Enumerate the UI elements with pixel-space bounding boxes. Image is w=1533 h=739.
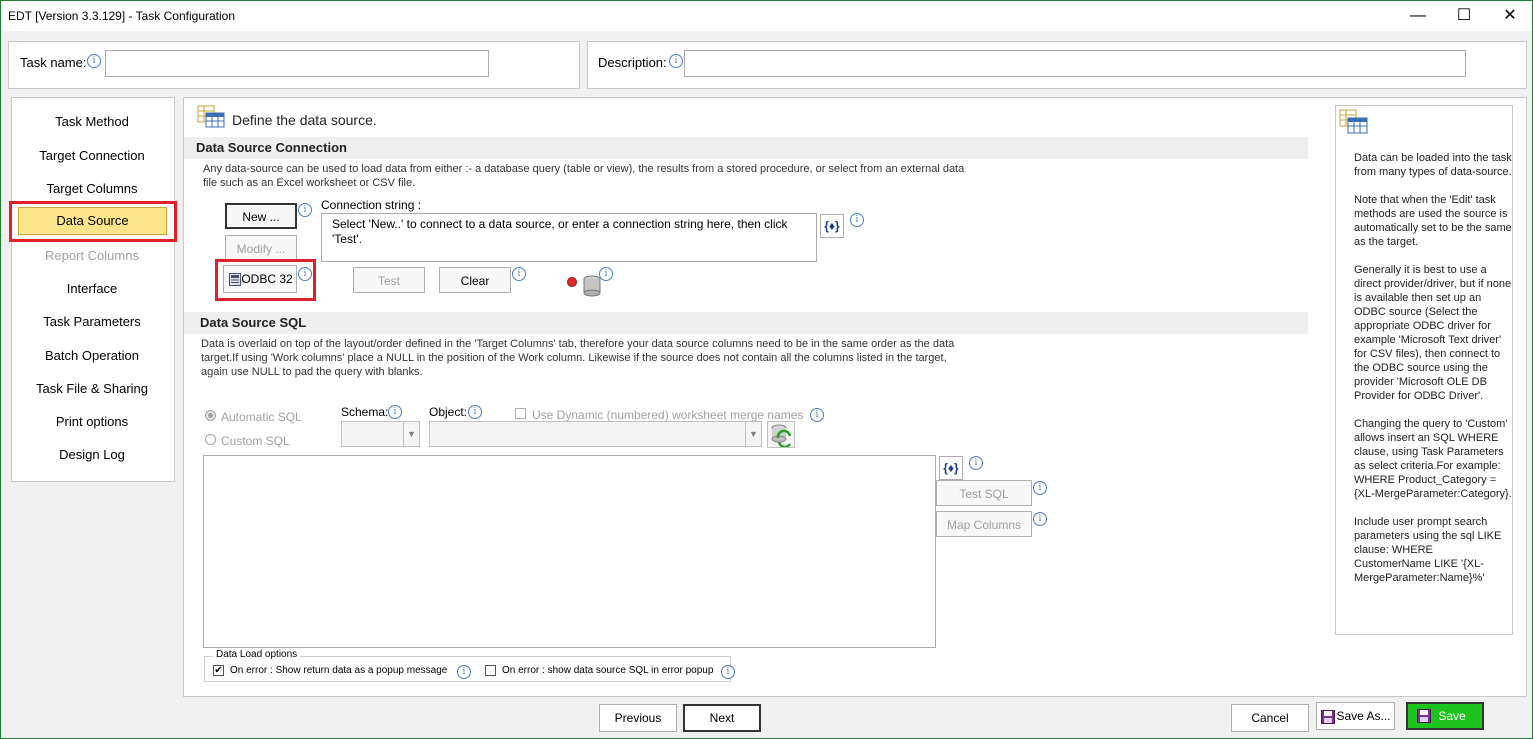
sql-section-header: Data Source SQL <box>184 312 1308 334</box>
title-bar: EDT [Version 3.3.129] - Task Configurati… <box>1 1 1532 31</box>
sql-description-line3: again use NULL to pad the query with bla… <box>201 366 423 378</box>
help-text: Data can be loaded into the task from ma… <box>1354 151 1512 599</box>
schema-info-icon[interactable]: i <box>388 405 402 419</box>
show-sql-label: On error : show data source SQL in error… <box>502 665 714 676</box>
data-load-options-title: Data Load options <box>213 649 301 660</box>
custom-sql-label: Custom SQL <box>221 434 290 448</box>
sidebar-item-print-options[interactable]: Print options <box>12 414 172 429</box>
window-title: EDT [Version 3.3.129] - Task Configurati… <box>8 9 236 23</box>
show-sql-info-icon[interactable]: i <box>721 665 735 679</box>
save-disk-icon <box>1417 709 1431 723</box>
help-table-icon <box>1339 109 1368 134</box>
custom-sql-radio[interactable] <box>205 434 216 445</box>
connection-string-input[interactable]: Select 'New..' to connect to a data sour… <box>321 213 817 262</box>
refresh-database-icon <box>771 424 792 449</box>
save-as-button[interactable]: Save As... <box>1316 702 1395 730</box>
highlight-box-odbc32 <box>215 259 316 301</box>
page-heading: Define the data source. <box>232 112 377 128</box>
previous-button[interactable]: Previous <box>599 704 677 732</box>
popup-return-data-checkbox[interactable]: ✔ <box>213 665 224 676</box>
show-sql-checkbox[interactable] <box>485 665 496 676</box>
description-info-icon[interactable]: i <box>669 54 683 68</box>
connection-description-line2: file such as an Excel worksheet or CSV f… <box>203 177 416 189</box>
popup-return-data-info-icon[interactable]: i <box>457 665 471 679</box>
test-connection-button: Test <box>353 267 425 293</box>
automatic-sql-label: Automatic SQL <box>221 410 302 424</box>
object-dropdown[interactable]: ▼ <box>429 421 762 447</box>
task-name-input[interactable] <box>105 50 489 77</box>
dynamic-names-checkbox[interactable] <box>515 408 526 419</box>
sidebar-item-design-log[interactable]: Design Log <box>12 447 172 462</box>
save-button[interactable]: Save <box>1406 702 1484 730</box>
highlight-box-data-source <box>9 201 177 242</box>
task-name-info-icon[interactable]: i <box>87 54 101 68</box>
refresh-objects-button[interactable] <box>767 421 795 449</box>
modify-connection-button: Modify ... <box>225 235 297 261</box>
sidebar-item-interface[interactable]: Interface <box>12 281 172 296</box>
chevron-down-icon: ▼ <box>745 422 761 446</box>
sidebar-item-target-connection[interactable]: Target Connection <box>12 148 172 163</box>
data-source-table-icon <box>197 105 225 128</box>
help-paragraph: Note that when the 'Edit' task methods a… <box>1354 194 1512 248</box>
description-panel: Description: i <box>587 41 1527 89</box>
schema-dropdown[interactable]: ▼ <box>341 421 420 447</box>
sidebar-item-task-parameters[interactable]: Task Parameters <box>12 314 172 329</box>
connection-string-info-icon[interactable]: i <box>850 213 864 227</box>
dynamic-names-label: Use Dynamic (numbered) worksheet merge n… <box>532 408 804 422</box>
popup-return-data-label: On error : Show return data as a popup m… <box>230 665 448 676</box>
sidebar-item-batch-operation[interactable]: Batch Operation <box>12 348 172 363</box>
schema-label: Schema: <box>341 405 389 419</box>
help-paragraph: Changing the query to 'Custom' allows in… <box>1354 418 1512 500</box>
dynamic-names-info-icon[interactable]: i <box>810 408 824 422</box>
map-columns-info-icon[interactable]: i <box>1033 512 1047 526</box>
clear-button[interactable]: Clear <box>439 267 511 293</box>
object-info-icon[interactable]: i <box>468 405 482 419</box>
minimize-button[interactable]: — <box>1395 1 1441 31</box>
save-as-label: Save As... <box>1336 709 1391 723</box>
close-button[interactable]: ✕ <box>1487 1 1533 31</box>
test-sql-button: Test SQL <box>936 480 1032 506</box>
connection-string-text-line1: Select 'New..' to connect to a data sour… <box>332 217 788 231</box>
connection-string-text-line2: 'Test'. <box>332 232 362 246</box>
maximize-button[interactable]: ☐ <box>1441 1 1487 31</box>
next-button[interactable]: Next <box>683 704 761 732</box>
help-paragraph: Data can be loaded into the task from ma… <box>1354 152 1512 178</box>
cancel-button[interactable]: Cancel <box>1231 704 1309 732</box>
sql-query-editor[interactable] <box>203 455 936 648</box>
new-info-icon[interactable]: i <box>298 203 312 217</box>
chevron-down-icon: ▼ <box>403 422 419 446</box>
clear-info-icon[interactable]: i <box>512 267 526 281</box>
connection-string-label: Connection string : <box>321 198 422 212</box>
new-connection-button[interactable]: New ... <box>225 203 297 229</box>
task-name-label: Task name: <box>20 55 87 70</box>
sql-description-line2: target.If using 'Work columns' place a N… <box>201 352 947 364</box>
help-paragraph: Include user prompt search parameters us… <box>1354 516 1502 584</box>
automatic-sql-radio[interactable] <box>205 410 216 421</box>
description-label: Description: <box>598 55 667 70</box>
connection-parameter-button[interactable]: {♦} <box>820 214 844 238</box>
sidebar-item-report-columns: Report Columns <box>45 248 139 263</box>
map-columns-button: Map Columns <box>936 511 1032 537</box>
task-name-panel: Task name: i <box>8 41 580 89</box>
connection-status-icon <box>567 275 601 297</box>
test-sql-info-icon[interactable]: i <box>1033 481 1047 495</box>
status-info-icon[interactable]: i <box>599 267 613 281</box>
help-paragraph: Generally it is best to use a direct pro… <box>1354 264 1512 402</box>
sidebar-item-target-columns[interactable]: Target Columns <box>12 181 172 196</box>
sql-parameter-info-icon[interactable]: i <box>969 456 983 470</box>
sidebar-item-task-file-sharing[interactable]: Task File & Sharing <box>12 381 172 396</box>
connection-section-header: Data Source Connection <box>184 137 1308 159</box>
sql-parameter-button[interactable]: {♦} <box>939 456 963 480</box>
save-as-disk-icon <box>1321 710 1335 724</box>
save-label: Save <box>1438 709 1466 723</box>
sidebar-item-task-method[interactable]: Task Method <box>12 114 172 129</box>
sql-description-line1: Data is overlaid on top of the layout/or… <box>201 338 955 350</box>
help-panel: Data can be loaded into the task from ma… <box>1335 105 1513 635</box>
connection-description-line1: Any data-source can be used to load data… <box>203 163 965 175</box>
description-input[interactable] <box>684 50 1466 77</box>
object-label: Object: <box>429 405 468 419</box>
